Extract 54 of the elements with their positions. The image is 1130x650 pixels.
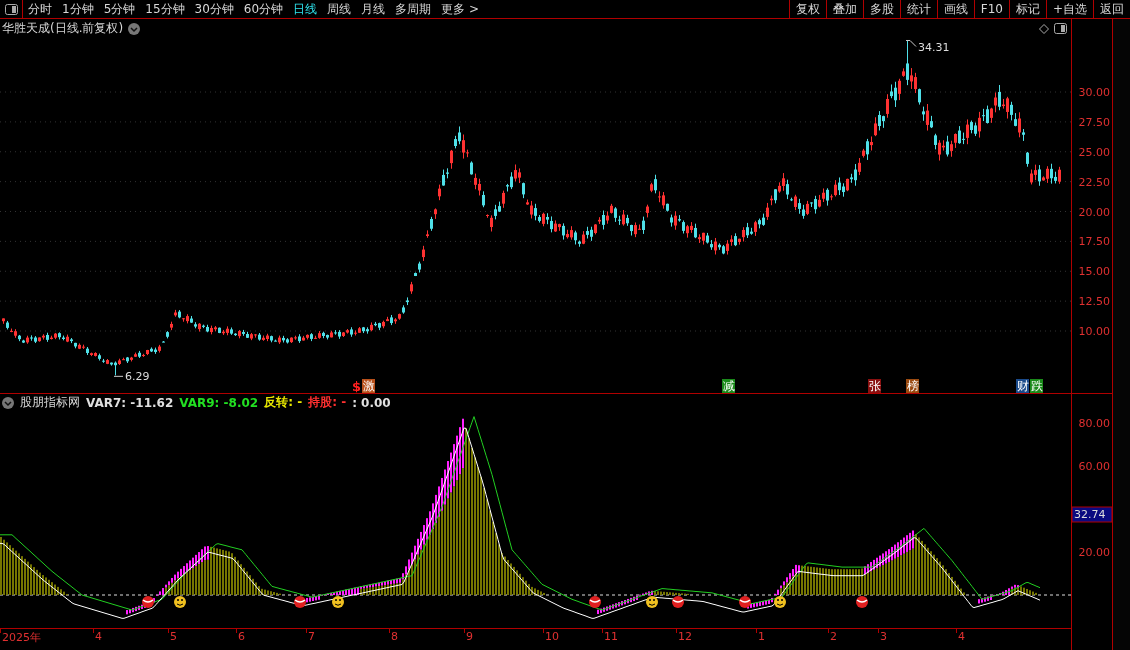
price-tick: 22.50 [1078,175,1110,189]
signal-tag: 榜 [906,379,919,393]
time-label: 2 [830,630,837,643]
price-tick: 10.00 [1078,325,1110,338]
time-label: 11 [604,630,618,643]
signal-mark: $ [352,379,362,393]
high-label: 34.31 [918,41,950,55]
period-tab[interactable]: 1分钟 [57,0,99,18]
period-tab[interactable]: 日线 [288,0,323,18]
indicator-name: 股朋指标网 [20,394,80,411]
period-tab[interactable]: 30分钟 [189,0,239,18]
period-tab[interactable]: 60分钟 [238,0,289,18]
price-tick: 12.50 [1078,295,1110,309]
indicator-value: : 0.00 [352,395,391,410]
period-tab[interactable]: 5分钟 [98,0,141,18]
period-tab[interactable]: 多周期 [390,0,437,18]
current-value-label: 32.74 [1072,506,1112,523]
indicator-value: VAR9: -8.02 [179,395,259,410]
time-label: 4 [95,630,102,643]
price-tick: 15.00 [1078,265,1110,279]
price-tick: 17.50 [1078,235,1110,249]
indicator-value: 反转: - [264,394,303,411]
low-label: 6.29 [125,370,150,384]
time-label: 7 [308,630,315,643]
value-tick: 20.00 [1078,546,1110,559]
time-label: 1 [758,630,765,643]
period-tab[interactable]: 月线 [356,0,391,18]
period-tab[interactable]: 15分钟 [140,0,190,18]
signal-tag: 张 [868,379,881,393]
time-label: 9 [466,630,473,643]
signal-tag: 财 [1016,379,1029,393]
time-label: 4 [958,630,965,643]
time-label: 2025年 [2,630,41,645]
price-tick: 30.00 [1078,86,1110,99]
price-tick: 27.50 [1078,115,1110,129]
time-label: 10 [545,630,559,643]
signal-tag: 减 [722,379,735,393]
value-tick: 60.00 [1078,460,1110,473]
time-label: 3 [880,630,887,643]
period-tab[interactable]: 周线 [322,0,357,18]
time-label: 12 [678,630,692,643]
period-tab[interactable]: 分时 [23,0,57,18]
value-tick: 80.00 [1078,417,1110,430]
chart-title: 华胜天成(日线.前复权) [2,20,124,37]
price-tick: 25.00 [1078,145,1110,159]
time-label: 6 [238,630,245,643]
time-label: 8 [391,630,398,643]
period-tab[interactable]: 更多 > [436,0,484,18]
signal-tag: 激 [362,379,375,393]
indicator-value: VAR7: -11.62 [86,395,174,410]
indicator-value: 持股: - [308,394,347,411]
time-label: 5 [170,630,177,643]
price-tick: 20.00 [1078,205,1110,219]
signal-tag: 跌 [1030,379,1043,393]
